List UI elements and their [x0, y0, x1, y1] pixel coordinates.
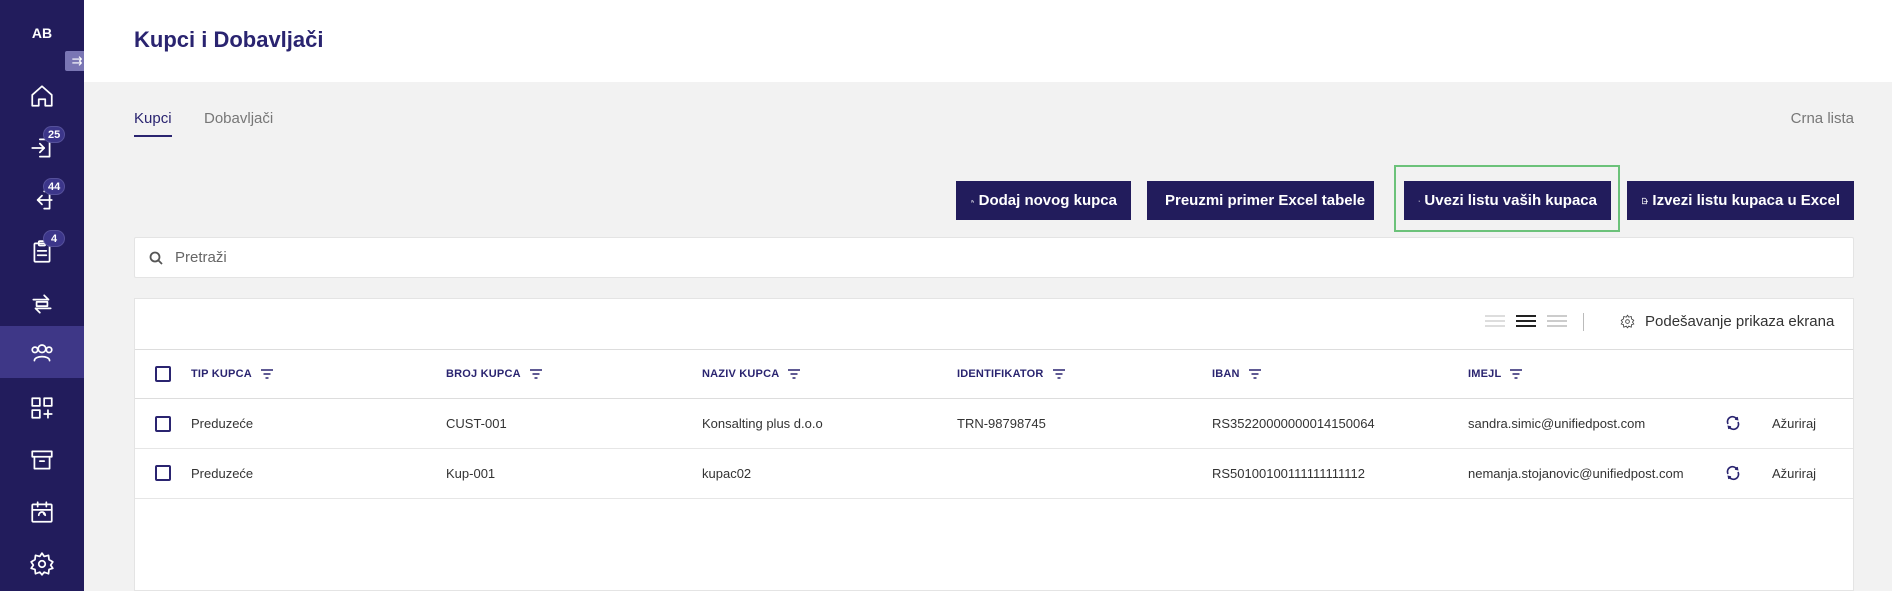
update-link[interactable]: Ažuriraj [1772, 449, 1816, 498]
export-customers-button[interactable]: Izvezi listu kupaca u Excel [1627, 181, 1854, 220]
archive-icon [31, 450, 53, 470]
column-label: IMEJL [1468, 368, 1502, 380]
column-label: IBAN [1212, 368, 1240, 380]
export-customers-label: Izvezi listu kupaca u Excel [1652, 192, 1840, 209]
filter-icon[interactable] [1509, 368, 1523, 380]
column-label: TIP KUPCA [191, 368, 252, 380]
sidebar-item-partners[interactable] [0, 326, 84, 378]
apps-add-icon [31, 397, 53, 419]
filter-icon[interactable] [1248, 368, 1262, 380]
toolbar-divider [1583, 313, 1584, 331]
sidebar-item-incoming[interactable]: 25 [0, 122, 84, 174]
cell-email: nemanja.stojanovic@unifiedpost.com [1468, 466, 1684, 481]
import-button-highlight [1394, 165, 1620, 232]
active-tab-indicator [134, 135, 172, 137]
sidebar: AB ⇉ 25 44 4 [0, 0, 89, 591]
sidebar-item-apps[interactable] [0, 382, 84, 434]
exchange-icon [32, 294, 52, 314]
cell-identifier: TRN-98798745 [957, 416, 1046, 431]
column-header-email[interactable]: IMEJL [1468, 350, 1523, 398]
display-settings-button[interactable]: Podešavanje prikaza ekrana [1620, 313, 1834, 330]
row-checkbox[interactable] [155, 465, 171, 481]
tab-suppliers[interactable]: Dobavljači [204, 110, 273, 127]
filter-icon[interactable] [260, 368, 274, 380]
customers-table-card: Podešavanje prikaza ekrana TIP KUPCA BRO… [134, 298, 1854, 591]
sync-icon[interactable] [1725, 415, 1741, 431]
search-input[interactable] [175, 238, 1775, 277]
page-header: Kupci i Dobavljači [84, 0, 1892, 82]
cell-customer-type: Preduzeće [191, 416, 254, 431]
table-header-row: TIP KUPCA BROJ KUPCA NAZIV KUPCA IDENTIF… [135, 349, 1853, 399]
cell-customer-number: CUST-001 [446, 416, 507, 431]
update-link[interactable]: Ažuriraj [1772, 399, 1816, 448]
comfortable-density-icon[interactable] [1547, 315, 1567, 331]
column-header-customer-type[interactable]: TIP KUPCA [191, 350, 274, 398]
compact-density-icon[interactable] [1485, 315, 1505, 331]
column-header-iban[interactable]: IBAN [1212, 350, 1262, 398]
download-sample-button[interactable]: Preuzmi primer Excel tabele [1147, 181, 1374, 220]
home-icon [31, 85, 53, 107]
tasks-count-badge: 4 [43, 230, 65, 247]
users-icon [31, 344, 53, 362]
sidebar-item-tasks[interactable]: 4 [0, 226, 84, 278]
sidebar-item-exchange[interactable] [0, 278, 84, 330]
add-customer-label: Dodaj novog kupca [978, 192, 1117, 209]
calendar-sync-icon [31, 501, 53, 523]
filter-icon[interactable] [529, 368, 543, 380]
cell-iban: RS50100100111111111112 [1212, 466, 1366, 481]
column-header-customer-number[interactable]: BROJ KUPCA [446, 350, 543, 398]
column-header-customer-name[interactable]: NAZIV KUPCA [702, 350, 801, 398]
sidebar-item-settings[interactable] [0, 538, 84, 590]
download-sample-label: Preuzmi primer Excel tabele [1165, 192, 1366, 209]
hand-pointer-icon [971, 199, 974, 203]
incoming-count-badge: 25 [43, 126, 66, 143]
table-row[interactable]: Preduzeće CUST-001 Konsalting plus d.o.o… [135, 399, 1853, 449]
cell-customer-name: Konsalting plus d.o.o [702, 416, 823, 431]
search-icon [149, 251, 163, 265]
row-checkbox[interactable] [155, 416, 171, 432]
column-label: BROJ KUPCA [446, 368, 521, 380]
gear-icon [1620, 314, 1635, 329]
cell-email: sandra.simic@unifiedpost.com [1468, 416, 1646, 431]
add-customer-button[interactable]: Dodaj novog kupca [956, 181, 1131, 220]
cell-iban: RS35220000000014150064 [1212, 416, 1375, 431]
standard-density-icon[interactable] [1516, 315, 1536, 331]
select-all-checkbox[interactable] [155, 366, 171, 382]
page-title: Kupci i Dobavljači [134, 27, 324, 52]
cell-customer-name: kupac02 [702, 466, 752, 481]
sidebar-item-home[interactable] [0, 70, 84, 122]
tab-customers[interactable]: Kupci [134, 110, 172, 127]
column-label: NAZIV KUPCA [702, 368, 780, 380]
blacklist-link[interactable]: Crna lista [1791, 110, 1854, 127]
gear-icon [30, 552, 54, 576]
display-settings-label: Podešavanje prikaza ekrana [1645, 313, 1835, 330]
outgoing-count-badge: 44 [43, 178, 66, 195]
cell-customer-type: Preduzeće [191, 466, 254, 481]
cell-customer-number: Kup-001 [446, 466, 496, 481]
column-label: IDENTIFIKATOR [957, 368, 1044, 380]
filter-icon[interactable] [787, 368, 801, 380]
column-header-identifier[interactable]: IDENTIFIKATOR [957, 350, 1066, 398]
sync-icon[interactable] [1725, 465, 1741, 481]
sidebar-item-outgoing[interactable]: 44 [0, 174, 84, 226]
table-row[interactable]: Preduzeće Kup-001 kupac02 RS501001001111… [135, 449, 1853, 499]
filter-icon[interactable] [1052, 368, 1066, 380]
sidebar-item-calendar[interactable] [0, 486, 84, 538]
search-bar [134, 237, 1854, 278]
document-export-icon [1642, 197, 1648, 204]
sidebar-item-archive[interactable] [0, 434, 84, 486]
